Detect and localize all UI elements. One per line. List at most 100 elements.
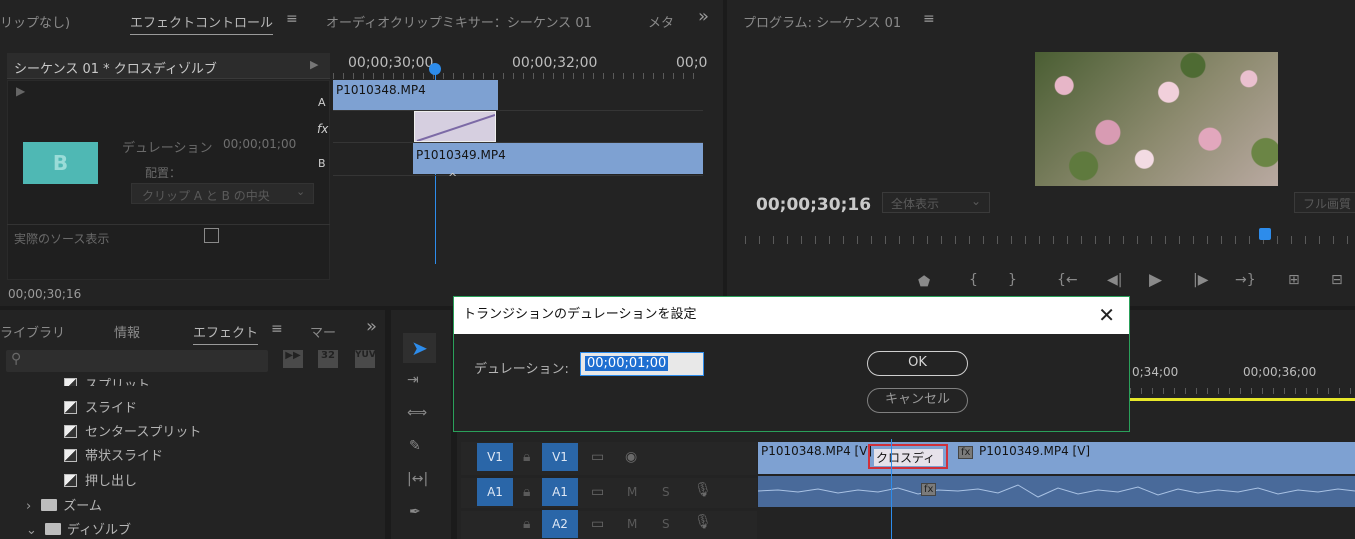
- microphone-icon[interactable]: 🎙︎: [694, 482, 712, 498]
- step-forward-icon[interactable]: |▶: [1193, 272, 1208, 288]
- tab-metadata[interactable]: メタ: [648, 12, 674, 31]
- toggle-sync-icon[interactable]: ▭: [591, 484, 604, 500]
- razor-tool-icon[interactable]: ✎: [409, 438, 421, 454]
- selection-tool-icon[interactable]: ➤: [403, 333, 436, 363]
- timeline-transition-block[interactable]: クロスディ: [874, 449, 943, 466]
- list-item[interactable]: スライド: [64, 397, 137, 416]
- microphone-icon[interactable]: 🎙︎: [694, 514, 712, 530]
- solo-button[interactable]: S: [662, 485, 670, 499]
- folder-item-zoom[interactable]: › ズーム: [26, 495, 102, 514]
- tab-info[interactable]: 情報: [114, 322, 140, 341]
- transition-icon: [64, 401, 77, 414]
- play-icon[interactable]: ▶: [1149, 270, 1162, 290]
- chevron-right-icon: ›: [26, 499, 32, 514]
- close-icon[interactable]: ✕: [1098, 297, 1115, 333]
- fx-badge: fx: [958, 446, 974, 459]
- tab-effects[interactable]: エフェクト: [193, 322, 259, 345]
- program-monitor-title: プログラム: シーケンス 01: [743, 16, 902, 31]
- go-to-out-icon[interactable]: →}: [1235, 272, 1256, 288]
- track-target-label: V1: [552, 450, 568, 464]
- transition-thumbnail: B: [23, 142, 98, 184]
- pen-tool-icon[interactable]: ✒: [409, 504, 421, 520]
- timeline-ruler-ticks: [1130, 388, 1355, 394]
- insert-icon[interactable]: ⊞: [1288, 272, 1300, 288]
- eye-icon[interactable]: ◉: [625, 449, 637, 465]
- tab-audio-clip-mixer[interactable]: オーディオクリップミキサー：シーケンス 01: [326, 12, 592, 31]
- source-patch-a1[interactable]: A1: [477, 478, 513, 506]
- mini-clip-a[interactable]: P1010348.MP4: [333, 80, 498, 110]
- show-actual-sources-checkbox[interactable]: [204, 228, 219, 243]
- overwrite-icon[interactable]: ⊟: [1331, 272, 1343, 288]
- timeline-clip-a1[interactable]: fx: [758, 476, 1355, 507]
- track-target-a2[interactable]: A2: [542, 510, 578, 538]
- track-target-label: A2: [552, 517, 568, 531]
- tab-libraries[interactable]: ライブラリ: [0, 322, 65, 341]
- mark-out-icon[interactable]: }: [1008, 272, 1017, 288]
- lock-icon[interactable]: 🔒︎: [523, 449, 530, 465]
- preview-play-icon[interactable]: ▶: [16, 84, 25, 98]
- ok-button[interactable]: OK: [867, 351, 968, 376]
- timeline-playhead-line: [891, 439, 892, 539]
- marker-icon[interactable]: ⬟: [918, 274, 930, 290]
- clip-label-a: P1010348.MP4 [V]: [761, 444, 873, 458]
- ripple-edit-tool-icon[interactable]: ⟺: [407, 405, 427, 421]
- source-patch-v1[interactable]: V1: [477, 443, 513, 471]
- yuv-effects-icon[interactable]: YUV: [355, 350, 376, 368]
- folder-label: ディゾルブ: [66, 523, 131, 538]
- quality-dropdown[interactable]: フル画質: [1294, 192, 1355, 213]
- dialog-duration-field[interactable]: 00;00;01;00: [580, 352, 704, 376]
- mute-button[interactable]: M: [627, 485, 637, 499]
- accelerated-effects-icon[interactable]: ▶▶: [283, 350, 303, 368]
- mark-in-icon[interactable]: {: [969, 272, 978, 288]
- cancel-button[interactable]: キャンセル: [867, 388, 968, 413]
- folder-item-dissolve[interactable]: ⌄ ディゾルブ: [26, 519, 131, 538]
- tab-markers[interactable]: マー: [310, 322, 336, 341]
- lock-icon[interactable]: 🔒︎: [523, 484, 530, 500]
- panel-overflow-icon[interactable]: »: [366, 316, 377, 337]
- fx-badge: fx: [921, 483, 937, 496]
- panel-menu-icon[interactable]: ≡: [286, 11, 298, 27]
- play-triangle-icon[interactable]: ▶: [310, 58, 318, 71]
- timeline-clip-v1[interactable]: P1010348.MP4 [V] fx P1010349.MP4 [V]: [758, 442, 1355, 474]
- caret-up-icon[interactable]: ^: [448, 171, 457, 184]
- solo-button[interactable]: S: [662, 517, 670, 531]
- list-item-label: スプリット: [85, 378, 151, 386]
- alignment-value: クリップ A と B の中央: [142, 189, 270, 203]
- track-target-v1[interactable]: V1: [542, 443, 578, 471]
- panel-menu-icon[interactable]: ≡: [923, 11, 935, 27]
- list-item[interactable]: スプリット: [64, 374, 150, 386]
- panel-menu-icon[interactable]: ≡: [271, 321, 283, 337]
- lock-icon[interactable]: 🔒︎: [523, 516, 530, 532]
- program-playhead-handle[interactable]: [1259, 228, 1271, 240]
- list-item[interactable]: 帯状スライド: [64, 445, 163, 464]
- dialog-title: トランジションのデュレーションを設定: [463, 307, 697, 322]
- program-timecode[interactable]: 00;00;30;16: [756, 195, 871, 215]
- mini-transition-block[interactable]: [414, 111, 496, 142]
- 32bit-effects-icon[interactable]: 32: [318, 350, 338, 368]
- tab-source-partial[interactable]: リップなし): [0, 12, 70, 31]
- track-header-a2: [461, 511, 757, 539]
- timeline-ruler-time-1: 0;34;00: [1132, 365, 1179, 379]
- track-select-tool-icon[interactable]: ⇥: [407, 372, 419, 388]
- toggle-sync-icon[interactable]: ▭: [591, 516, 604, 532]
- transition-icon: [64, 425, 77, 438]
- go-to-in-icon[interactable]: {←: [1057, 272, 1078, 288]
- work-area-bar[interactable]: [1130, 398, 1355, 401]
- dialog-duration-value: 00;00;01;00: [585, 356, 669, 371]
- transition-icon: [64, 474, 77, 487]
- toggle-sync-icon[interactable]: ▭: [591, 449, 604, 465]
- mute-button[interactable]: M: [627, 517, 637, 531]
- search-input[interactable]: [6, 350, 268, 372]
- mini-clip-b[interactable]: P1010349.MP4: [413, 143, 703, 174]
- step-back-icon[interactable]: ◀|: [1107, 272, 1122, 288]
- fit-dropdown[interactable]: 全体表示 ⌄: [882, 192, 990, 213]
- duration-value[interactable]: 00;00;01;00: [223, 137, 296, 151]
- tab-effect-controls[interactable]: エフェクトコントロール: [130, 12, 274, 35]
- track-target-a1[interactable]: A1: [542, 478, 578, 506]
- list-item[interactable]: センタースプリット: [64, 421, 201, 440]
- list-item[interactable]: 押し出し: [64, 470, 137, 489]
- slip-tool-icon[interactable]: |↔|: [407, 471, 428, 487]
- panel-overflow-icon[interactable]: »: [698, 6, 709, 27]
- thumbnail-letter: B: [52, 151, 69, 175]
- audio-waveform: [758, 484, 1355, 498]
